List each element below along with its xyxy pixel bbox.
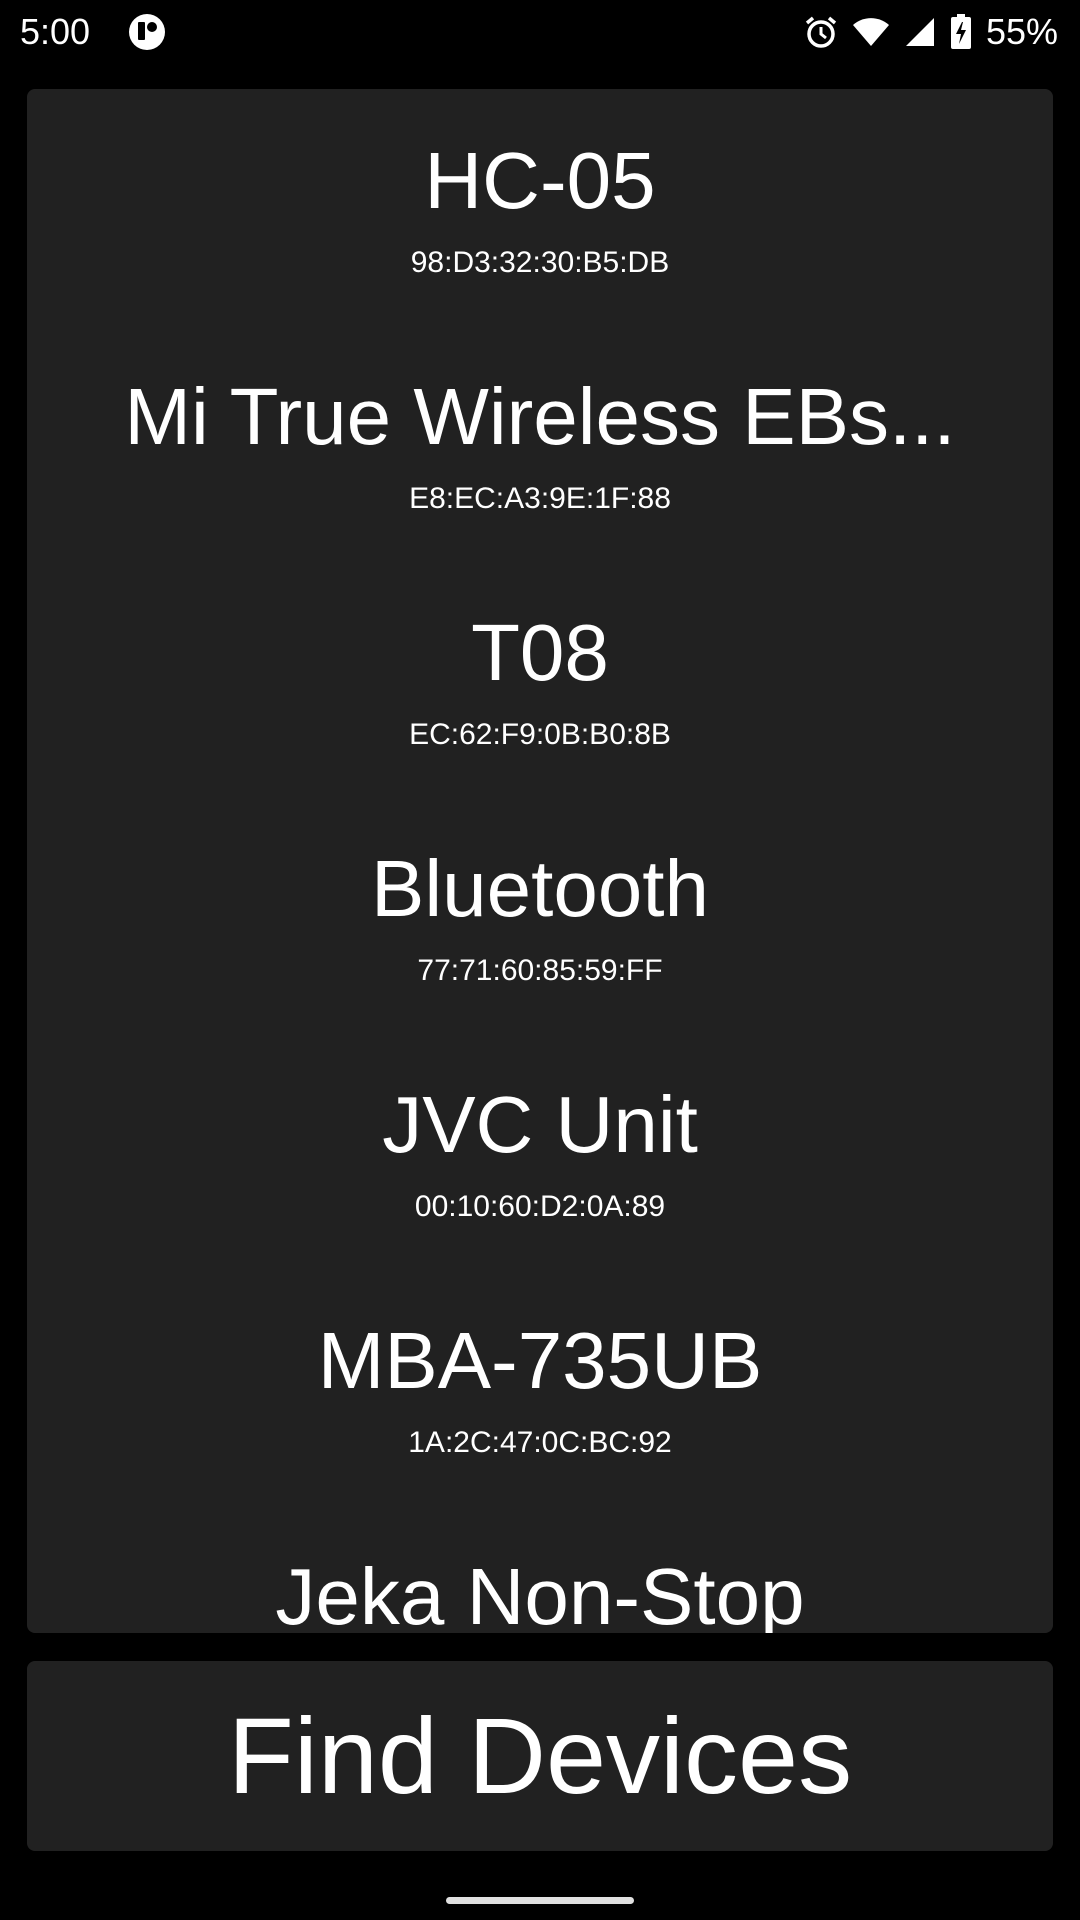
device-name: T08 bbox=[471, 608, 609, 697]
device-address: 1A:2C:47:0C:BC:92 bbox=[408, 1426, 672, 1459]
list-item[interactable]: HC-05 98:D3:32:30:B5:DB bbox=[27, 89, 1053, 325]
device-name: JVC Unit bbox=[382, 1080, 698, 1169]
status-icons: 55% bbox=[804, 10, 1058, 54]
list-item[interactable]: T08 EC:62:F9:0B:B0:8B bbox=[27, 561, 1053, 797]
battery-charging-icon bbox=[950, 14, 972, 50]
device-address: 00:10:60:D2:0A:89 bbox=[414, 1190, 666, 1223]
gesture-nav-handle[interactable] bbox=[446, 1897, 634, 1904]
battery-percent: 55% bbox=[985, 11, 1058, 52]
device-list[interactable]: HC-05 98:D3:32:30:B5:DB Mi True Wireless… bbox=[27, 89, 1053, 1633]
list-item[interactable]: Jeka Non-Stop bbox=[27, 1505, 1053, 1633]
device-name: MBA-735UB bbox=[317, 1316, 763, 1405]
list-item[interactable]: Bluetooth 77:71:60:85:59:FF bbox=[27, 797, 1053, 1033]
device-name: Jeka Non-Stop bbox=[275, 1552, 805, 1633]
device-address: 77:71:60:85:59:FF bbox=[417, 954, 663, 987]
device-address: E8:EC:A3:9E:1F:88 bbox=[409, 482, 671, 515]
find-devices-label: Find Devices bbox=[227, 1695, 853, 1816]
device-name: Mi True Wireless EBs... bbox=[124, 372, 956, 461]
status-bar: 5:00 55% bbox=[0, 0, 1080, 64]
list-item[interactable]: JVC Unit 00:10:60:D2:0A:89 bbox=[27, 1033, 1053, 1269]
list-item[interactable]: Mi True Wireless EBs... E8:EC:A3:9E:1F:8… bbox=[27, 325, 1053, 561]
find-devices-button[interactable]: Find Devices bbox=[27, 1661, 1053, 1851]
status-time: 5:00 bbox=[20, 11, 91, 52]
device-address: 98:D3:32:30:B5:DB bbox=[410, 246, 670, 279]
device-name: HC-05 bbox=[424, 136, 656, 225]
list-item[interactable]: MBA-735UB 1A:2C:47:0C:BC:92 bbox=[27, 1269, 1053, 1505]
device-name: Bluetooth bbox=[370, 844, 710, 933]
alarm-icon bbox=[804, 15, 838, 49]
app-notification-icon bbox=[128, 13, 166, 51]
cell-signal-icon bbox=[904, 16, 936, 48]
device-address: EC:62:F9:0B:B0:8B bbox=[409, 718, 671, 751]
wifi-icon bbox=[852, 16, 890, 48]
